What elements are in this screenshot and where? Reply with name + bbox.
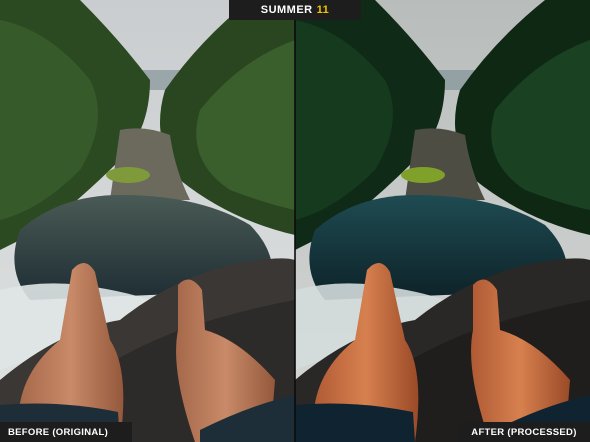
after-label: AFTER (PROCESSED) xyxy=(458,422,590,442)
preset-title: SUMMER xyxy=(260,4,313,16)
preset-number: 11 xyxy=(316,4,330,16)
before-after-comparison: SUMMER 11 BEFORE (ORIGINAL) AFTER (PROCE… xyxy=(0,0,590,442)
before-label: BEFORE (ORIGINAL) xyxy=(0,422,132,442)
preset-title-tag: SUMMER 11 xyxy=(229,0,361,20)
after-photo xyxy=(295,0,590,442)
before-photo xyxy=(0,0,295,442)
panel-divider xyxy=(294,0,296,442)
